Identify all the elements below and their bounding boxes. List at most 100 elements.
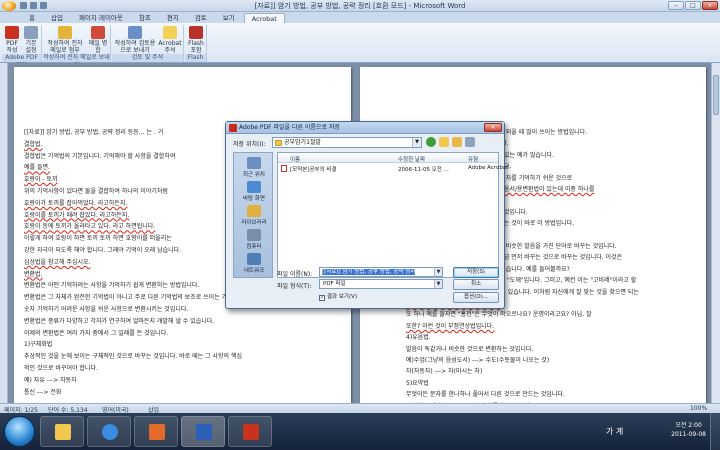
view-menu-icon[interactable] (465, 137, 475, 147)
text-line[interactable]: 변환법은 종류가 다양하고 각자가 연구하여 얼마든지 개발해 낼 수 있습니다… (24, 316, 214, 325)
tab-insert[interactable]: 삽입 (44, 13, 70, 23)
text-line[interactable]: 1)구체화법 (24, 339, 52, 348)
checkbox[interactable]: ✓ (319, 295, 325, 301)
new-folder-icon[interactable] (452, 137, 462, 147)
browser-icon (102, 424, 118, 440)
place-network[interactable]: 네트워크 (234, 253, 274, 274)
text-line[interactable]: 결합법은 기억법의 기본입니다. 기억해야 할 사항을 결합하여 (24, 151, 175, 160)
text-line[interactable]: 호랑이 등에 토끼가 올라타고 있다. 라고 하면됩니다. (24, 221, 155, 230)
clock[interactable]: 오전 2:00 2011-09-08 (671, 421, 706, 439)
filetype-label: 파일 형식(T): (277, 283, 312, 290)
text-line[interactable]: 강한 자극이 되도록 해야 합니다. 그래야 기억이 오래 남습니다. (24, 245, 181, 254)
text-line[interactable]: 발음이 똑같거나 비슷한 것으로 변환하는 것입니다. (406, 344, 533, 353)
text-line[interactable]: 심상법을 참고해 주십시오. (24, 257, 90, 266)
start-button[interactable] (4, 416, 35, 447)
place-desktop[interactable]: 바탕 화면 (234, 181, 274, 202)
tab-view[interactable]: 보기 (216, 13, 242, 23)
column-name[interactable]: 이름 (290, 155, 300, 163)
tab-page-layout[interactable]: 페이지 레이아웃 (72, 13, 130, 23)
text-line[interactable]: 무엇이든 문자를 한나하나 풀어서 다른 것으로 만드는 것입니다. (406, 389, 565, 398)
email-attach-button[interactable]: 작성하여 전자 메일로 첨부 (45, 26, 85, 54)
filename-label: 파일 이름(N): (277, 271, 313, 278)
file-list[interactable]: 이름 수정한 날짜 유형 [모약본]공부의 비결 2006-11-05 오전 .… (277, 152, 508, 278)
media-icon (149, 424, 165, 440)
network-icon (247, 253, 261, 265)
taskbar-acrobat[interactable] (228, 416, 272, 447)
back-icon[interactable] (426, 137, 436, 147)
text-line[interactable]: 변환법은 그 자체가 완전한 기억법이 아니고 주로 다른 기억법의 보조로 쓰… (24, 292, 249, 301)
comment-icon (163, 26, 177, 39)
cancel-button[interactable]: 취소 (453, 279, 499, 290)
place-recent[interactable]: 최근 위치 (234, 157, 274, 178)
chevron-down-icon[interactable]: ▼ (434, 268, 442, 276)
taskbar-browser[interactable] (87, 416, 131, 447)
text-line[interactable]: 이제의 변환법은 여러 가지 중에서 그 일례를 든 것입니다. (24, 328, 168, 337)
column-type[interactable]: 유형 (468, 155, 478, 163)
word-icon (196, 424, 212, 440)
text-line[interactable]: 통신 ---> 전화 (24, 387, 61, 396)
dialog-title: Adobe PDF 파일을 다른 이름으로 저장 (239, 124, 340, 131)
file-row[interactable]: [모약본]공부의 비결 2006-11-05 오전 ... Adobe Acro… (278, 164, 508, 173)
filetype-select[interactable]: PDF 파일 ▼ (319, 279, 443, 289)
mail-merge-button[interactable]: 메일 병합 (87, 26, 109, 54)
text-line[interactable]: 또 하나 예를 들자면 "홍천"은 무엇이 떠오르나요? 운명이라고요? 아닙,… (406, 309, 592, 318)
text-line[interactable]: 적인 것으로 바꾸어야 합니다. (24, 363, 98, 372)
title-bar: [자료]] 암기 방법, 공부 방법, 공략 정리 [호환 모드] - Micr… (0, 0, 720, 12)
vertical-scrollbar[interactable] (711, 63, 720, 403)
text-line[interactable]: 차(자동차) ---> 차(마시는 차) (406, 366, 482, 375)
text-line[interactable]: 변환법은 어떤 기억하려는 사항을 기억하기 쉽게 변환하는 방법입니다. (24, 280, 199, 289)
group-create-pdf: PDF 작성 기본 설정 Adobe PDF 작성 (2, 25, 42, 69)
scroll-thumb[interactable] (713, 75, 719, 115)
taskbar-media[interactable] (134, 416, 178, 447)
save-button[interactable]: 저장(S) (453, 267, 499, 278)
text-line[interactable]: 예)수업(그냥의 음성도서) ---> 수도(수돗물이 나오는 것) (406, 355, 549, 364)
tab-home[interactable]: 홈 (22, 13, 42, 23)
mail-merge-icon (91, 26, 105, 39)
text-line[interactable]: 숫자 기억하기 어려운 사항을 쉬운 사항으로 변환시키는 것입니다. (24, 304, 188, 313)
text-line[interactable]: 이렇게 하여 호랑이 하면 토끼 토끼 하면 호랑이를 떠올리는 (24, 233, 172, 242)
ribbon: PDF 작성 기본 설정 Adobe PDF 작성 작성하여 전자 메일로 첨부… (0, 23, 720, 69)
zoom-level[interactable]: 100% (690, 405, 707, 412)
send-review-button[interactable]: 작성하여 검토용으로 보내기 (114, 26, 156, 54)
maximize-button[interactable]: □ (685, 1, 701, 10)
up-folder-icon[interactable] (439, 137, 449, 147)
text-line[interactable]: 변환법. (24, 269, 42, 278)
text-line[interactable]: 추상적인 것을 눈에 보이는 구체적인 것으로 바꾸는 것입니다. 바로 떼는 … (24, 351, 242, 360)
chevron-down-icon: ▼ (412, 138, 421, 147)
options-button[interactable]: 옵션(O)... (453, 292, 499, 303)
dialog-toolbar (426, 137, 475, 147)
view-result-checkbox[interactable]: ✓ 결과 보기(V) (319, 292, 357, 301)
text-line[interactable]: 5)요약법 (406, 378, 429, 387)
acrobat-comments-button[interactable]: Acrobat 주석 (158, 26, 182, 54)
text-line[interactable]: 호랑이 - 토끼 (24, 174, 58, 183)
embed-flash-button[interactable]: Flash 포함 (187, 26, 205, 54)
text-line[interactable]: 위의 기억사항이 있다면 둘을 결합하여 하나의 이야기처럼 (24, 186, 168, 195)
tab-acrobat[interactable]: Acrobat (243, 13, 285, 23)
tab-review[interactable]: 검토 (188, 13, 214, 23)
text-line[interactable]: 또한? 이런 것이 부정연상법입니다. (406, 321, 494, 330)
look-in-select[interactable]: 공부암기1절말 ▼ (272, 137, 422, 148)
folder-icon (275, 140, 282, 146)
text-line[interactable]: 호랑이를 토끼가 때려 잡았다. 라고하든지. (24, 210, 129, 219)
text-line[interactable]: 예를 들면. (24, 162, 50, 171)
place-libraries[interactable]: 라이브러리 (234, 205, 274, 226)
text-line[interactable]: 예) 자유 ---> 자동차 (24, 375, 77, 384)
text-line[interactable]: 4)유음법. (406, 332, 431, 341)
filename-input[interactable]: [[자료]] 암기 방법, 공부 방법, 공략 정리 ▼ (319, 267, 443, 277)
text-line[interactable]: [[자료]] 암기 방법, 공부 방법, 공략 정리 등등... 는 . 거 (24, 127, 163, 136)
dialog-close-button[interactable]: × (484, 123, 502, 132)
column-date[interactable]: 수정한 날짜 (398, 155, 425, 163)
place-computer[interactable]: 컴퓨터 (234, 229, 274, 250)
text-line[interactable]: 호랑이가 토끼를 잡아먹었다. 라고하든지. (24, 198, 127, 207)
create-pdf-button[interactable]: PDF 작성 (3, 26, 21, 54)
taskbar-explorer[interactable] (40, 416, 84, 447)
close-button[interactable]: × (702, 1, 718, 10)
text-line[interactable]: 결합법. (24, 139, 42, 148)
taskbar-word[interactable] (181, 416, 225, 447)
ime-indicator[interactable]: 가 계 (606, 426, 623, 437)
tab-mailings[interactable]: 편지 (160, 13, 186, 23)
preferences-button[interactable]: 기본 설정 (22, 26, 40, 54)
show-desktop-button[interactable] (710, 413, 720, 450)
tab-references[interactable]: 참조 (132, 13, 158, 23)
minimize-button[interactable]: – (668, 1, 684, 10)
